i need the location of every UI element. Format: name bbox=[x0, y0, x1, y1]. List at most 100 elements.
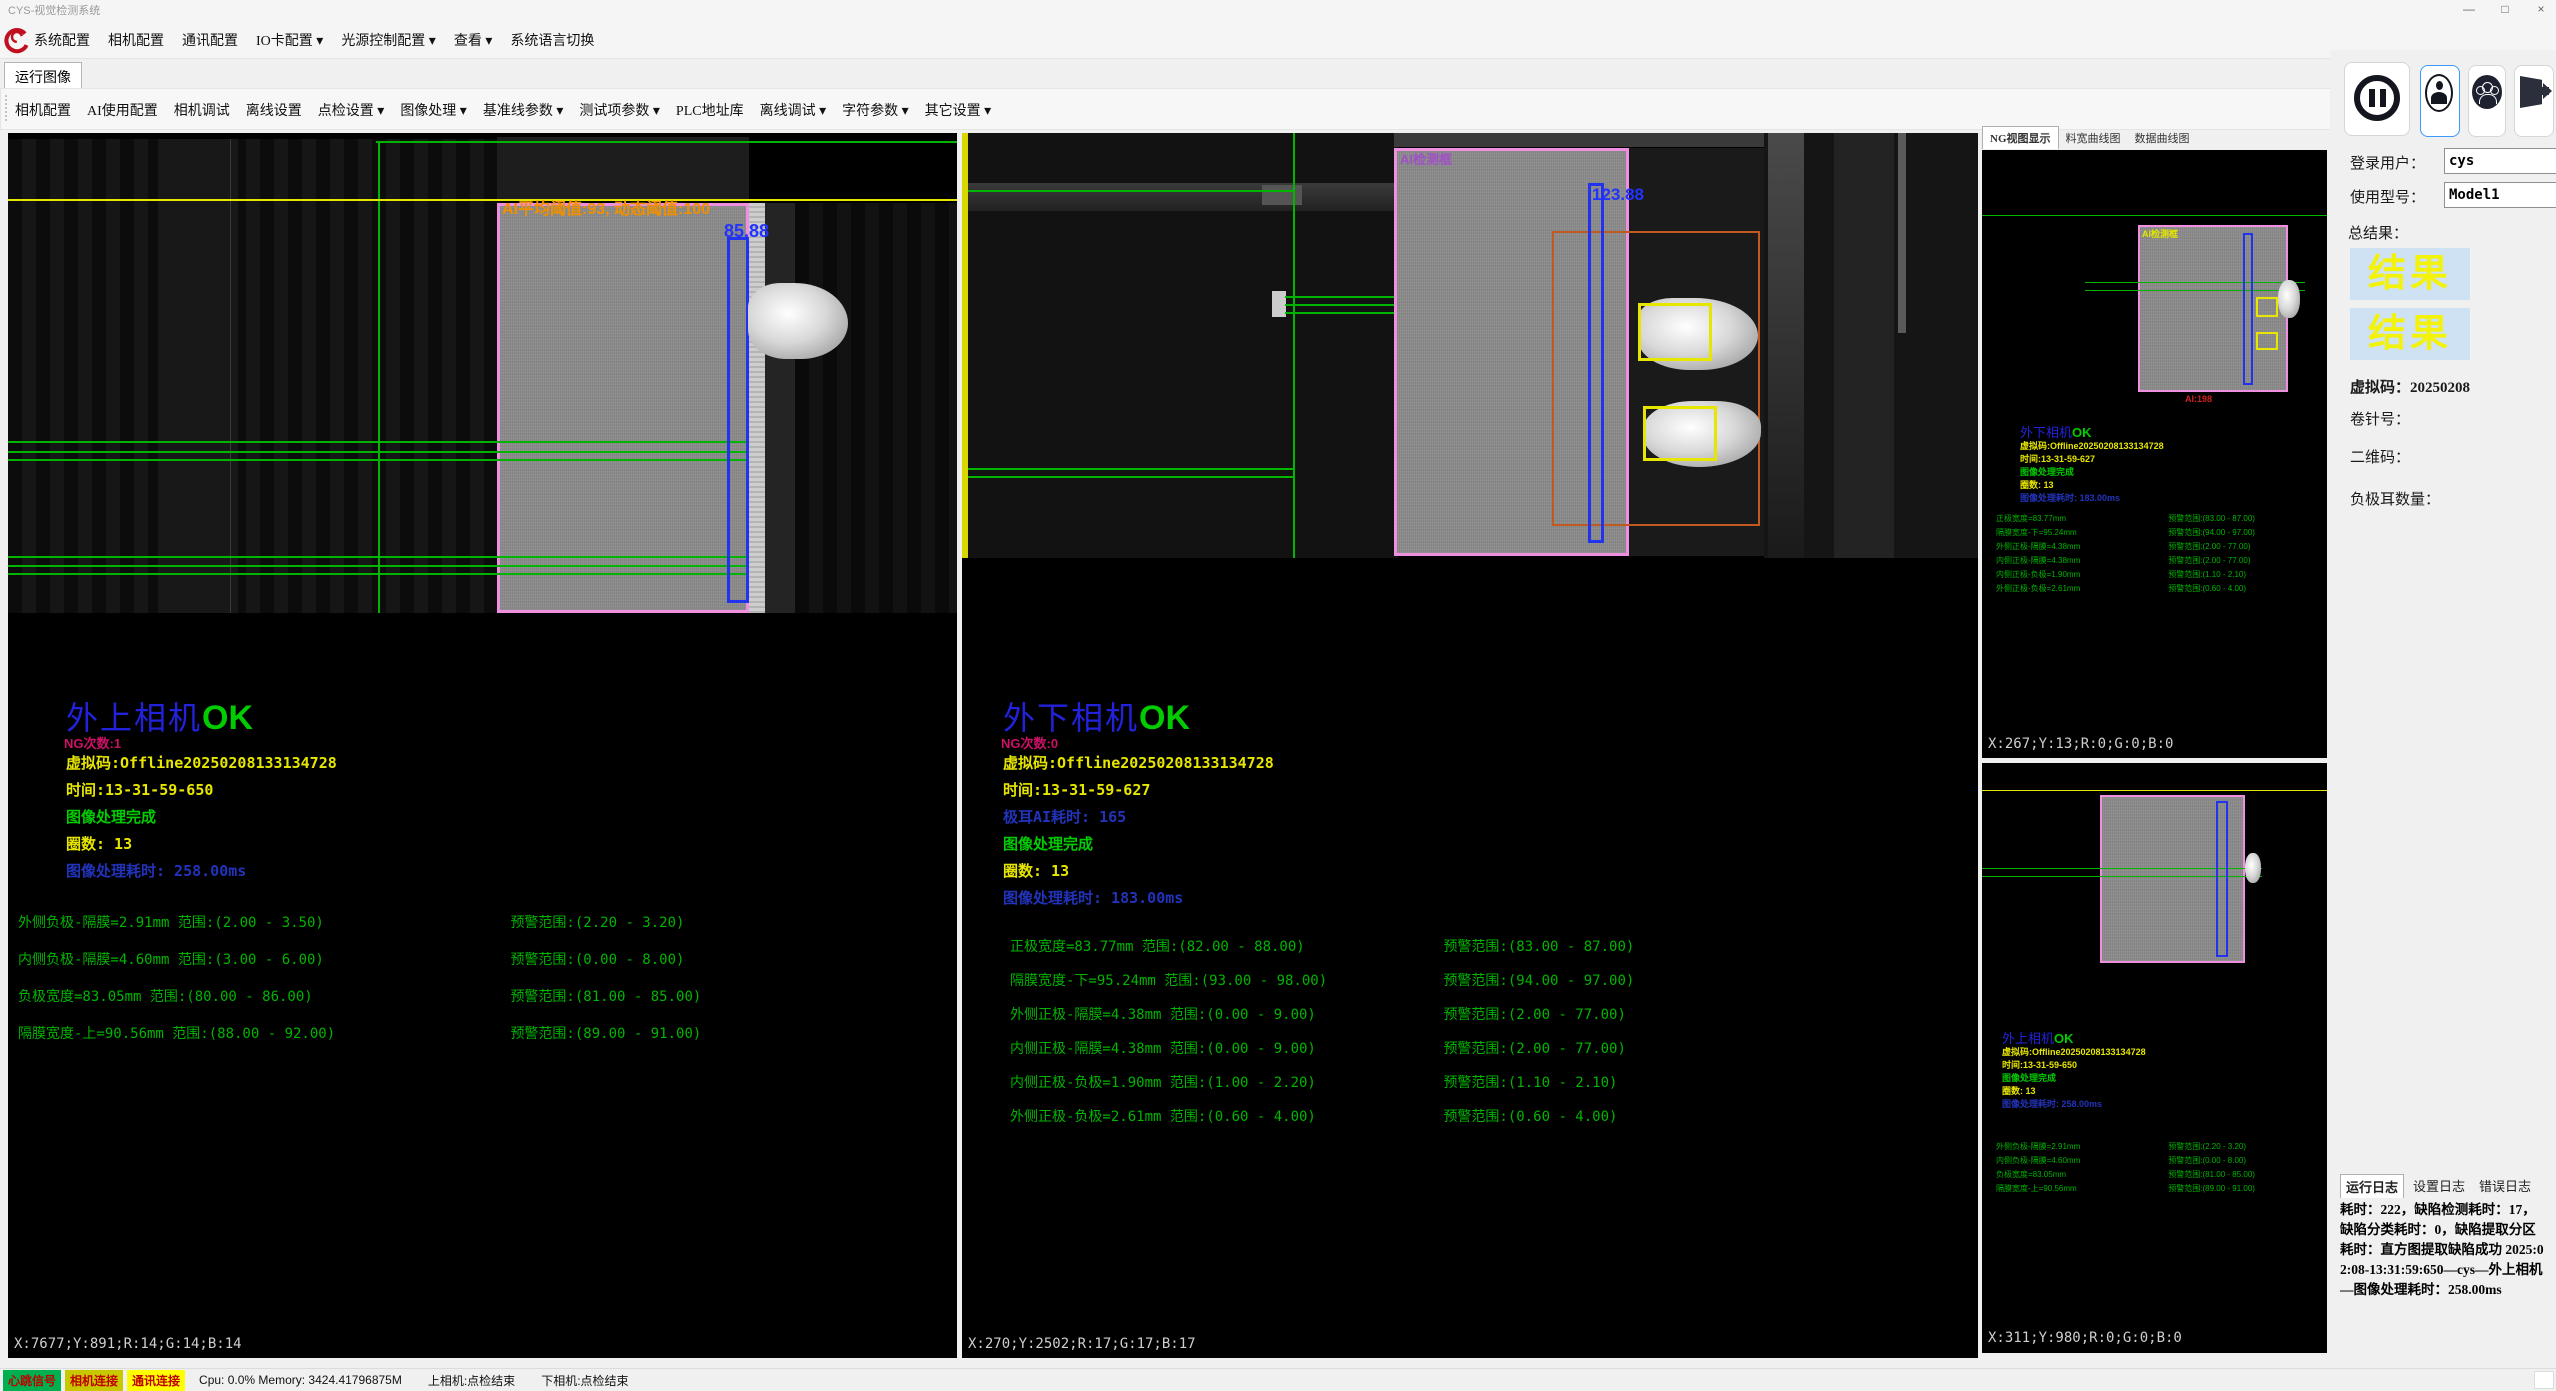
toolbar-item[interactable]: AI使用配置 bbox=[87, 100, 158, 120]
result-box-upper: 结果 bbox=[2350, 248, 2470, 300]
mini-result-title: 外上相机OK bbox=[2002, 1028, 2074, 1048]
menu-item[interactable]: 系统配置 bbox=[34, 30, 90, 50]
camera-view-lower-outer[interactable]: AI检测框 123.88 外下相机OK NG次数:0 虚拟码:Offline20… bbox=[962, 133, 1978, 1358]
info-line: 虚拟码:Offline20250208133134728 bbox=[2020, 440, 2164, 453]
toolbar-item[interactable]: 相机配置 bbox=[15, 100, 71, 120]
toolbar-item[interactable]: 基准线参数 ▾ bbox=[483, 100, 564, 120]
log-tab[interactable]: 运行日志 bbox=[2340, 1174, 2404, 1198]
machine-part bbox=[1262, 185, 1302, 205]
toolbar-item[interactable]: 测试项参数 ▾ bbox=[579, 100, 660, 120]
users-button[interactable] bbox=[2468, 65, 2506, 137]
result-ok: OK bbox=[202, 699, 253, 737]
window-control-button[interactable]: — bbox=[2458, 2, 2480, 16]
measurement-text: 隔膜宽度-下=95.24mm bbox=[1996, 526, 2166, 540]
tab-row: 运行图像 bbox=[0, 58, 2556, 89]
pause-button[interactable] bbox=[2344, 62, 2410, 136]
toolbar-item[interactable]: 点检设置 ▾ bbox=[318, 100, 385, 120]
status-badge: 相机连接 bbox=[65, 1370, 123, 1391]
model-label: 使用型号： bbox=[2350, 186, 2425, 207]
ng-view-tab[interactable]: 料宽曲线图 bbox=[2059, 127, 2128, 149]
result-ok: OK bbox=[2072, 425, 2092, 440]
mini-info-lines: 虚拟码:Offline20250208133134728时间:13-31-59-… bbox=[2002, 1046, 2146, 1111]
blue-measure-box bbox=[1588, 183, 1604, 543]
window-control-button[interactable]: × bbox=[2530, 2, 2552, 16]
exit-button[interactable] bbox=[2514, 65, 2554, 137]
result-ok: OK bbox=[1139, 699, 1190, 737]
warning-range-text: 预警范围:(0.60 - 4.00) bbox=[1443, 1100, 1617, 1134]
info-line: 时间:13-31-59-650 bbox=[66, 777, 337, 804]
mini-measure-list: 外侧负极-隔膜=2.91mm 预警范围:(2.20 - 3.20) 内侧负极-隔… bbox=[1996, 1140, 2318, 1196]
warning-range-text: 预警范围:(1.10 - 2.10) bbox=[1443, 1066, 1617, 1100]
menu-item[interactable]: 通讯配置 bbox=[182, 30, 238, 50]
info-line: 图像处理完成 bbox=[2020, 466, 2164, 479]
ng-snapshot-upper-camera[interactable]: 外上相机OK 虚拟码:Offline20250208133134728时间:13… bbox=[1982, 763, 2327, 1353]
log-tab[interactable]: 设置日志 bbox=[2408, 1174, 2470, 1198]
model-field[interactable] bbox=[2444, 182, 2556, 208]
green-vertical-line bbox=[1293, 133, 1295, 558]
measurement-text: 负极宽度=83.05mm 范围:(80.00 - 86.00) bbox=[18, 979, 502, 1016]
ai-detect-box-label: AI检测框 bbox=[1400, 149, 1452, 168]
info-line: 时间:13-31-59-650 bbox=[2002, 1059, 2146, 1072]
blue-measure-box bbox=[727, 237, 749, 603]
camera-info-lines: 虚拟码:Offline20250208133134728时间:13-31-59-… bbox=[1003, 750, 1274, 912]
total-result-label: 总结果： bbox=[2348, 222, 2408, 243]
window-control-button[interactable]: □ bbox=[2494, 2, 2516, 16]
log-tab[interactable]: 错误日志 bbox=[2474, 1174, 2536, 1198]
green-measure-line bbox=[8, 451, 749, 453]
image-right-region bbox=[795, 203, 957, 613]
measurement-row: 负极宽度=83.05mm 预警范围:(81.00 - 85.00) bbox=[1996, 1168, 2318, 1182]
ng-view-tab[interactable]: NG视图显示 bbox=[1982, 126, 2059, 149]
measurement-text: 内侧负极-隔膜=4.60mm 范围:(3.00 - 6.00) bbox=[18, 942, 502, 979]
ng-snapshot-lower-camera[interactable]: AI检测框 AI:198 外下相机OK 虚拟码:Offline202502081… bbox=[1982, 150, 2327, 758]
info-line: 圈数: 13 bbox=[1003, 858, 1274, 885]
measurement-text: 外侧正极-隔膜=4.38mm bbox=[1996, 540, 2166, 554]
warning-range-text: 预警范围:(1.10 - 2.10) bbox=[2168, 568, 2246, 582]
ng-marker-text: AI:198 bbox=[2185, 394, 2212, 404]
menu-item[interactable]: IO卡配置 ▾ bbox=[256, 30, 323, 50]
cpu-memory-text: Cpu: 0.0% Memory: 3424.41796875M bbox=[199, 1373, 402, 1387]
measurement-row: 外侧负极-隔膜=2.91mm 预警范围:(2.20 - 3.20) bbox=[1996, 1140, 2318, 1154]
measurement-row: 负极宽度=83.05mm 范围:(80.00 - 86.00) 预警范围:(81… bbox=[18, 979, 701, 1016]
green-measure-line bbox=[968, 468, 1295, 470]
lower-camera-status: 下相机:点检结束 bbox=[541, 1372, 628, 1389]
menu-item[interactable]: 光源控制配置 ▾ bbox=[341, 30, 436, 50]
blue-measure-value: 123.88 bbox=[1592, 185, 1644, 205]
qr-code-label: 二维码： bbox=[2350, 446, 2410, 467]
status-badge: 心跳信号 bbox=[3, 1370, 61, 1391]
warning-range-text: 预警范围:(2.20 - 3.20) bbox=[510, 905, 684, 942]
measurement-row: 内侧负极-隔膜=4.60mm 预警范围:(0.00 - 8.00) bbox=[1996, 1154, 2318, 1168]
info-line: 时间:13-31-59-627 bbox=[1003, 777, 1274, 804]
blue-measure-value: 85.88 bbox=[724, 221, 769, 242]
menu-item[interactable]: 查看 ▾ bbox=[454, 30, 493, 50]
image-edge-line bbox=[230, 139, 231, 613]
camera-name: 外上相机 bbox=[66, 700, 202, 736]
cursor-pixel-status: X:7677;Y:891;R:14;G:14;B:14 bbox=[14, 1336, 242, 1352]
toolbar-item[interactable]: PLC地址库 bbox=[676, 100, 744, 120]
toolbar-item[interactable]: 离线设置 bbox=[246, 100, 302, 120]
menu-item[interactable]: 相机配置 bbox=[108, 30, 164, 50]
warning-range-text: 预警范围:(83.00 - 87.00) bbox=[1443, 930, 1634, 964]
camera-image-column bbox=[158, 139, 238, 613]
pause-icon bbox=[2354, 75, 2400, 121]
toolbar-grip[interactable] bbox=[5, 95, 10, 121]
mini-info-lines: 虚拟码:Offline20250208133134728时间:13-31-59-… bbox=[2020, 440, 2164, 505]
login-user-field[interactable] bbox=[2444, 148, 2556, 174]
info-line: 圈数: 13 bbox=[66, 831, 337, 858]
yellow-detect-box bbox=[2256, 332, 2278, 350]
menu-item[interactable]: 系统语言切换 bbox=[510, 30, 594, 50]
neg-tab-count-label: 负极耳数量： bbox=[2350, 488, 2440, 509]
toolbar-item[interactable]: 离线调试 ▾ bbox=[760, 100, 827, 120]
camera-view-upper-outer[interactable]: AI平均阈值:93, 动态阈值:100 85.88 外上相机OK NG次数:1 … bbox=[8, 133, 957, 1358]
toolbar-item[interactable]: 相机调试 bbox=[174, 100, 230, 120]
user-icon bbox=[2425, 74, 2453, 112]
toolbar-item[interactable]: 其它设置 ▾ bbox=[925, 100, 992, 120]
user-button[interactable] bbox=[2420, 65, 2460, 137]
image-top-band bbox=[1394, 133, 1764, 147]
camera-info-lines: 虚拟码:Offline20250208133134728时间:13-31-59-… bbox=[66, 750, 337, 885]
ng-view-tab[interactable]: 数据曲线图 bbox=[2128, 127, 2197, 149]
measurement-text: 隔膜宽度-上=90.56mm 范围:(88.00 - 92.00) bbox=[18, 1016, 502, 1053]
toolbar-item[interactable]: 字符参数 ▾ bbox=[842, 100, 909, 120]
resize-grip[interactable] bbox=[2534, 1371, 2554, 1389]
toolbar-item[interactable]: 图像处理 ▾ bbox=[400, 100, 467, 120]
measurement-list: 外侧负极-隔膜=2.91mm 范围:(2.00 - 3.50) 预警范围:(2.… bbox=[18, 905, 701, 1053]
